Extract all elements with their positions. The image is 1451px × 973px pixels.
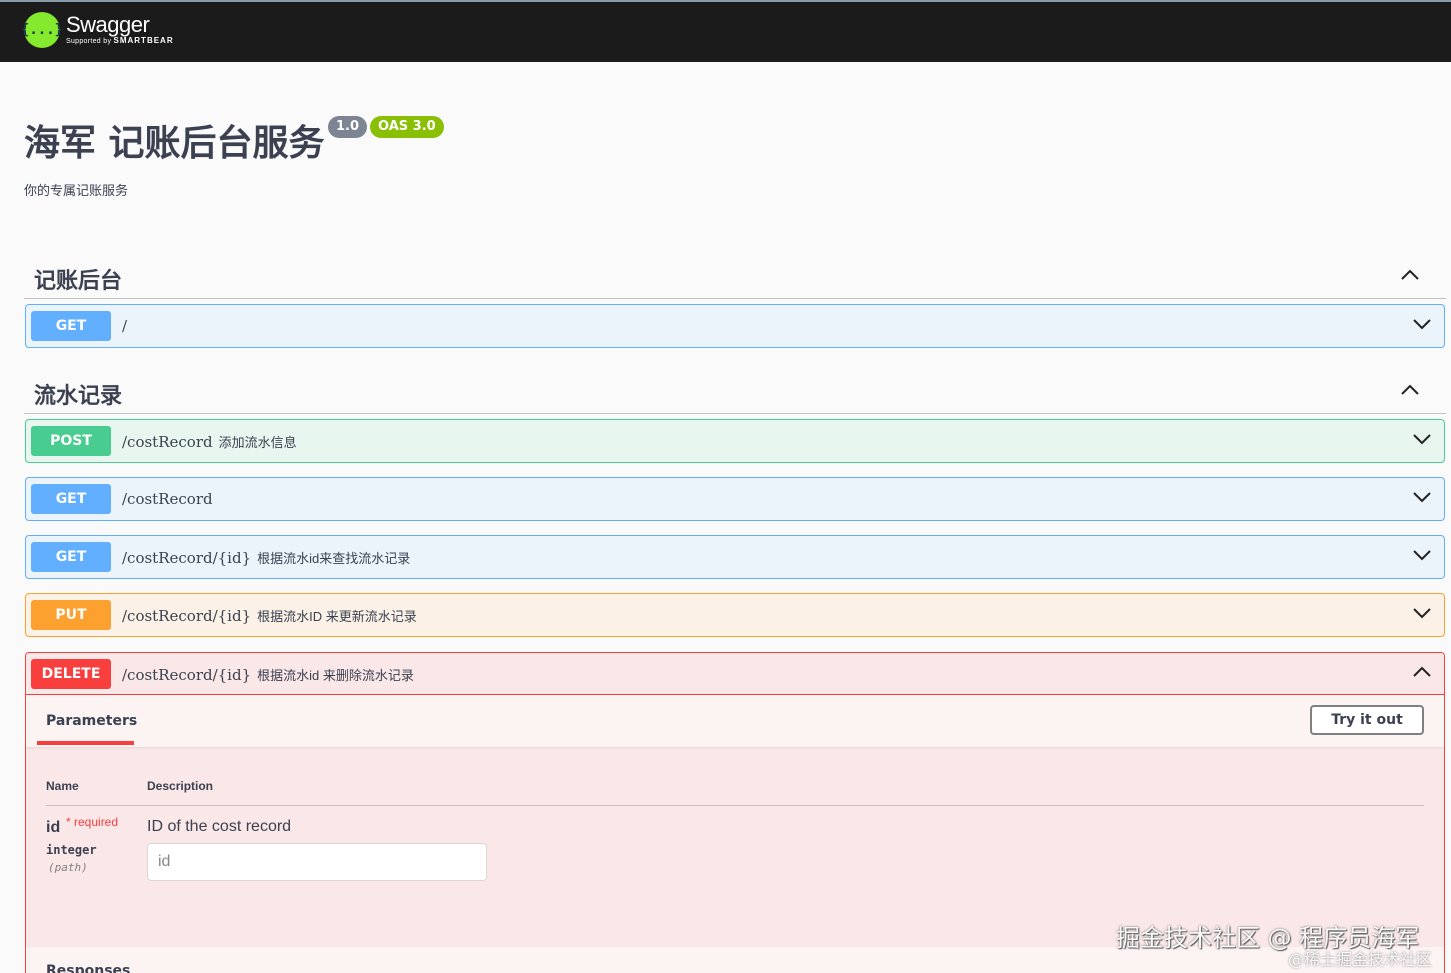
tag-header-liushui[interactable]: 流水记录 (24, 370, 1446, 414)
operation-path: /costRecord (122, 490, 213, 508)
chevron-up-icon (1401, 384, 1419, 395)
path-text: /costRecord/{id} (122, 549, 252, 567)
operation-path: /costRecord 添加流水信息 (122, 432, 297, 451)
column-header-name: Name (46, 779, 79, 793)
page-title: 海军 记账后台服务 (24, 123, 325, 164)
responses-title: Responses (46, 963, 131, 973)
chevron-down-icon (1413, 492, 1431, 503)
logo-name: Swagger (66, 11, 150, 37)
param-description: ID of the cost record (147, 818, 292, 835)
operation-get-costrecord[interactable]: GET /costRecord (25, 477, 1445, 521)
path-text: /costRecord/{id} (122, 607, 252, 625)
version-badge: 1.0 (328, 116, 368, 138)
method-badge: DELETE (31, 659, 111, 689)
oas-badge: OAS 3.0 (370, 116, 444, 138)
path-text: /costRecord (122, 433, 213, 451)
operation-post-costrecord[interactable]: POST /costRecord 添加流水信息 (25, 419, 1445, 463)
swagger-logo-icon: {...} (21, 12, 63, 48)
chevron-up-icon (1413, 666, 1431, 677)
try-it-out-button[interactable]: Try it out (1310, 705, 1424, 735)
operation-summary: 根据流水id来查找流水记录 (257, 551, 411, 566)
operation-get-root[interactable]: GET / (25, 304, 1445, 348)
column-header-description: Description (147, 779, 214, 793)
api-description: 你的专属记账服务 (24, 183, 129, 198)
param-type: integer (46, 843, 97, 857)
method-badge: POST (31, 426, 111, 456)
logo-text: Swagger Supported by SMARTBEAR (66, 11, 174, 47)
tab-parameters[interactable]: Parameters (46, 713, 137, 729)
id-input[interactable] (147, 843, 487, 881)
operation-path: / (122, 317, 127, 335)
method-badge: PUT (31, 600, 111, 630)
chevron-down-icon (1413, 550, 1431, 561)
operation-path: /costRecord/{id} 根据流水ID 来更新流水记录 (122, 606, 417, 625)
param-name: id (46, 819, 61, 836)
header-divider (46, 805, 1424, 806)
chevron-up-icon (1401, 269, 1419, 280)
param-location: (path) (48, 861, 88, 874)
method-badge: GET (31, 484, 111, 514)
operation-header[interactable]: DELETE /costRecord/{id} 根据流水id 来删除流水记录 (26, 653, 1444, 695)
logo-sub-prefix: Supported by (66, 37, 112, 45)
swagger-logo[interactable]: {...} Swagger Supported by SMARTBEAR (21, 11, 174, 48)
tag-title: 流水记录 (34, 384, 123, 409)
operation-summary: 根据流水ID 来更新流水记录 (257, 609, 417, 624)
tag-title: 记账后台 (34, 269, 123, 294)
method-badge: GET (31, 542, 111, 572)
tag-header-jizhang[interactable]: 记账后台 (24, 255, 1446, 299)
operation-path: /costRecord/{id} 根据流水id 来删除流水记录 (122, 665, 414, 684)
tab-active-indicator (37, 741, 134, 745)
chevron-down-icon (1413, 608, 1431, 619)
operation-get-costrecord-id[interactable]: GET /costRecord/{id} 根据流水id来查找流水记录 (25, 535, 1445, 579)
logo-sub-brand: SMARTBEAR (113, 35, 174, 45)
top-bar: {...} Swagger Supported by SMARTBEAR (0, 0, 1451, 62)
operation-put-costrecord-id[interactable]: PUT /costRecord/{id} 根据流水ID 来更新流水记录 (25, 593, 1445, 637)
parameters-bar: Parameters Try it out (26, 695, 1444, 747)
operation-summary: 添加流水信息 (218, 435, 297, 450)
chevron-down-icon (1413, 434, 1431, 445)
path-text: /costRecord (122, 490, 213, 508)
param-required: * required (66, 815, 119, 829)
watermark-secondary: @稀土掘金技术社区 (1288, 950, 1433, 969)
logo-subtitle: Supported by SMARTBEAR (66, 36, 174, 47)
operation-summary: 根据流水id 来删除流水记录 (257, 668, 414, 683)
chevron-down-icon (1413, 319, 1431, 330)
method-badge: GET (31, 311, 111, 341)
operation-path: /costRecord/{id} 根据流水id来查找流水记录 (122, 548, 410, 567)
path-text: / (122, 317, 128, 335)
path-text: /costRecord/{id} (122, 666, 252, 684)
